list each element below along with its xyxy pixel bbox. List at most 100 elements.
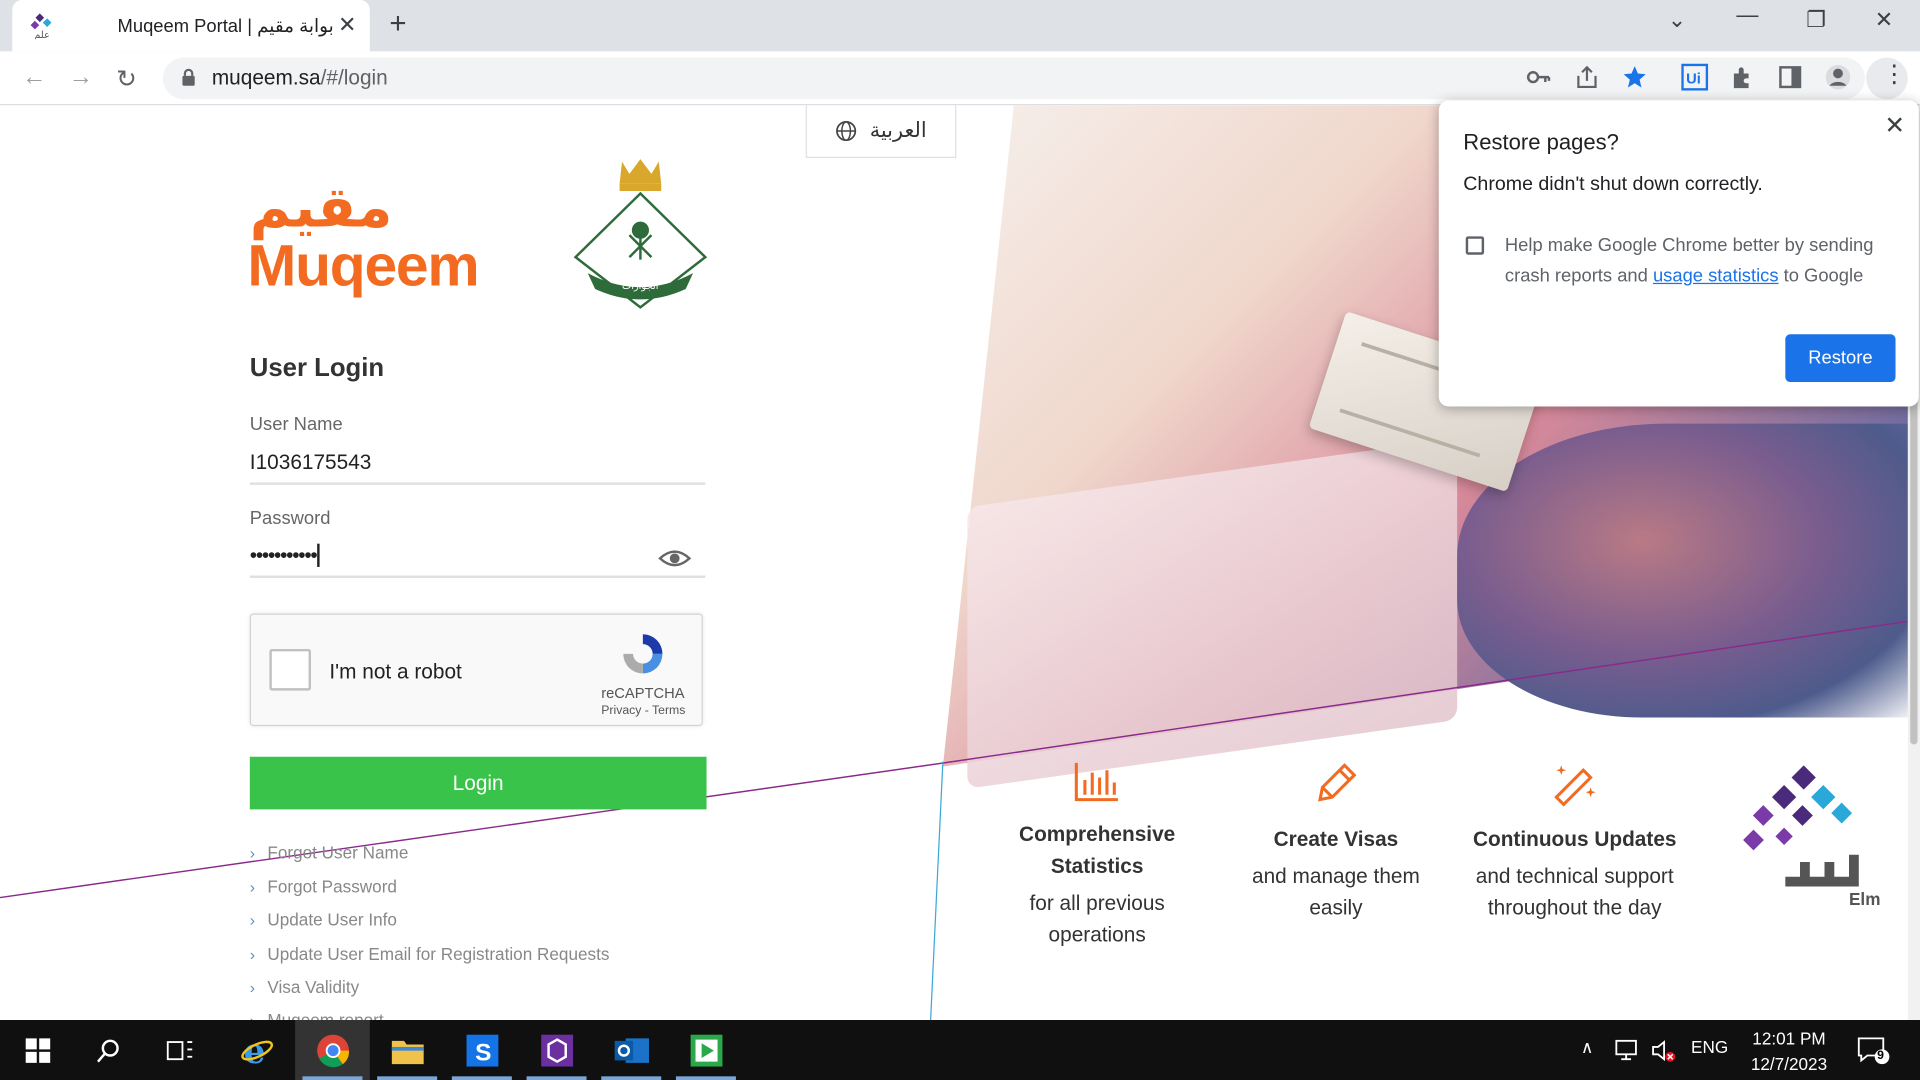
new-tab-icon[interactable]: + [389, 7, 406, 41]
folder-icon [391, 1040, 424, 1064]
notification-center-icon[interactable] [1856, 1036, 1890, 1065]
internet-explorer-icon: e [240, 1033, 273, 1067]
link-visa-validity[interactable]: › Visa Validity [250, 977, 359, 997]
svg-text:الجوازات: الجوازات [622, 281, 658, 292]
password-label: Password [249, 508, 331, 529]
restore-button[interactable]: Restore [1785, 334, 1896, 383]
usage-statistics-link[interactable]: usage statistics [1653, 266, 1779, 287]
tab-title: Muqeem Portal | بوابة مقيم [117, 15, 334, 37]
minimize-icon[interactable]: — [1736, 2, 1758, 28]
purple-app-icon [540, 1034, 573, 1066]
crash-report-checkbox[interactable] [1465, 236, 1485, 255]
chevron-right-icon: › [249, 911, 256, 930]
svg-text:علم: علم [34, 30, 50, 39]
login-title: User Login [249, 353, 385, 383]
volume-muted-icon[interactable] [1651, 1038, 1678, 1062]
muqeem-logo-arabic: مقيم [249, 175, 393, 239]
chevron-right-icon: › [249, 945, 256, 964]
password-input[interactable]: ••••••••••• [249, 536, 706, 578]
bookmark-star-icon[interactable] [1621, 64, 1648, 91]
internet-explorer-button[interactable]: e [219, 1020, 294, 1080]
bar-chart-icon [1074, 762, 1118, 802]
address-bar[interactable]: muqeem.sa/#/login [162, 57, 1865, 100]
recaptcha-brand: reCAPTCHA [601, 684, 685, 702]
task-view-button[interactable] [142, 1020, 217, 1080]
kebab-menu-icon[interactable]: ⋮ [1882, 62, 1906, 86]
link-forgot-username[interactable]: › Forgot User Name [250, 842, 409, 862]
restore-window-icon[interactable]: ❐ [1806, 7, 1826, 33]
search-button[interactable] [71, 1020, 146, 1080]
feature-title: Create Visas [1273, 827, 1399, 852]
app-s-button[interactable]: S [444, 1020, 519, 1080]
outlook-button[interactable] [594, 1020, 669, 1080]
url-text: muqeem.sa/#/login [211, 66, 388, 90]
reload-icon[interactable]: ↻ [116, 64, 137, 95]
play-app-icon [690, 1034, 722, 1066]
elm-logo-text: Elm [1848, 888, 1881, 909]
link-update-user-info[interactable]: › Update User Info [250, 910, 397, 930]
dialog-title: Restore pages? [1463, 129, 1619, 155]
chrome-button[interactable] [295, 1020, 370, 1080]
language-switch-button[interactable]: العربية [805, 105, 957, 158]
globe-icon [836, 120, 857, 142]
uipath-extension-icon[interactable]: Ui [1681, 63, 1709, 91]
feature-title: Continuous Updates [1472, 827, 1677, 852]
magic-wand-icon [1554, 765, 1596, 807]
tab-strip: علم Muqeem Portal | بوابة مقيم ✕ + ⌄ — ❐… [0, 0, 1920, 52]
language-label: العربية [869, 118, 927, 143]
show-hidden-icons-icon[interactable]: ∧ [1581, 1037, 1594, 1058]
extensions-puzzle-icon[interactable] [1729, 64, 1756, 91]
recaptcha-privacy-terms[interactable]: Privacy - Terms [601, 704, 685, 717]
close-icon[interactable]: ✕ [1885, 110, 1906, 141]
crash-report-label: Help make Google Chrome better by sendin… [1504, 235, 1874, 287]
file-explorer-button[interactable] [370, 1020, 445, 1080]
clock-date: 12/7/2023 [1750, 1054, 1828, 1074]
windows-logo-icon [25, 1037, 50, 1063]
show-password-eye-icon[interactable] [658, 545, 692, 572]
input-language[interactable]: ENG [1691, 1037, 1728, 1057]
tab-search-icon[interactable]: ⌄ [1668, 7, 1686, 33]
recaptcha-logo-icon [623, 634, 663, 674]
login-button[interactable]: Login [249, 756, 707, 810]
tab-close-icon[interactable]: ✕ [338, 12, 356, 38]
back-icon[interactable]: ← [22, 64, 46, 92]
feature-continuous-updates: Continuous Updates and technical support… [1465, 760, 1685, 924]
passports-emblem-icon: الجوازات [573, 159, 708, 309]
feature-create-visas: Create Visas and manage them easily [1226, 760, 1446, 924]
app-purple-button[interactable] [519, 1020, 594, 1080]
feature-description: and manage them easily [1252, 864, 1420, 920]
profile-avatar-icon[interactable] [1825, 64, 1852, 91]
key-icon[interactable] [1525, 64, 1552, 91]
link-update-user-email[interactable]: › Update User Email for Registration Requ… [250, 944, 610, 964]
forward-icon[interactable]: → [69, 64, 93, 92]
chrome-icon [316, 1034, 349, 1067]
system-clock[interactable]: 12:01 PM 12/7/2023 [1736, 1026, 1841, 1077]
chevron-right-icon: › [249, 877, 256, 897]
windows-taskbar: e S ∧ ENG 12:01 PM 12/7/2023 9 [0, 1020, 1920, 1080]
media-app-button[interactable] [669, 1020, 744, 1080]
link-forgot-password[interactable]: › Forgot Password [250, 877, 397, 897]
feature-description: and technical support throughout the day [1475, 864, 1674, 920]
feature-description: for all previous operations [1029, 891, 1165, 947]
restore-pages-dialog: Restore pages? ✕ Chrome didn't shut down… [1438, 100, 1919, 407]
outlook-icon [614, 1037, 649, 1063]
close-window-icon[interactable]: ✕ [1875, 7, 1893, 33]
feature-statistics: Comprehensive Statistics for all previou… [987, 760, 1207, 951]
link-muqeem-report[interactable]: ›Muqeem report [250, 1010, 384, 1020]
network-icon[interactable] [1614, 1038, 1641, 1062]
share-icon[interactable] [1573, 64, 1600, 91]
username-label: User Name [249, 413, 343, 435]
side-panel-icon[interactable] [1777, 64, 1804, 91]
notification-count: 9 [1877, 1049, 1884, 1063]
chevron-right-icon: › [249, 843, 256, 863]
start-button[interactable] [0, 1020, 75, 1080]
clock-time: 12:01 PM [1752, 1028, 1826, 1049]
s-app-icon: S [465, 1034, 498, 1066]
recaptcha-widget: I'm not a robot reCAPTCHA Privacy - Term… [249, 613, 703, 727]
pencil-icon [1318, 763, 1357, 802]
username-input[interactable] [249, 443, 706, 485]
chevron-right-icon: › [250, 1011, 255, 1020]
recaptcha-checkbox[interactable] [269, 648, 312, 691]
browser-tab[interactable]: علم Muqeem Portal | بوابة مقيم ✕ [12, 0, 370, 52]
svg-text:S: S [474, 1039, 490, 1066]
